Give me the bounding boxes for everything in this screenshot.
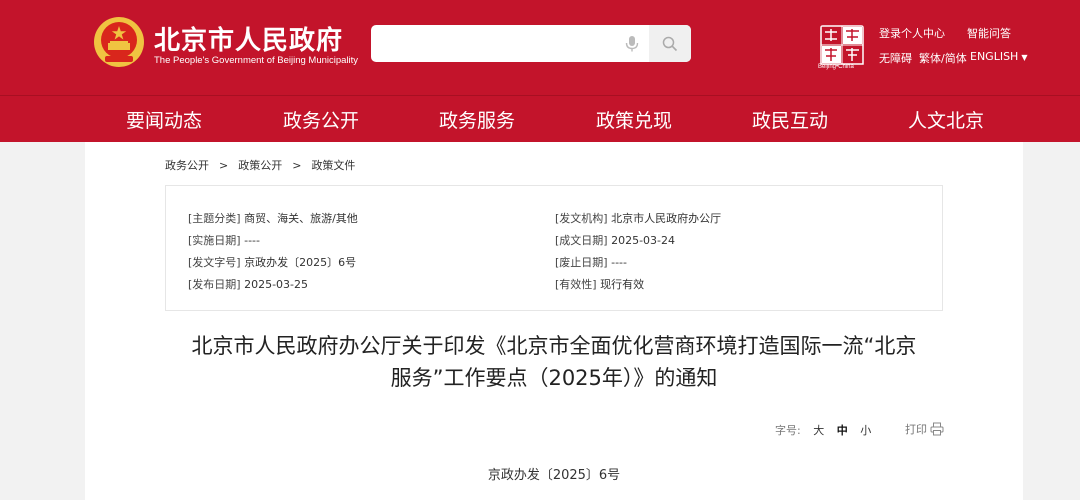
- print-button[interactable]: 打印: [905, 421, 944, 437]
- nav-item-news[interactable]: 要闻动态: [126, 106, 202, 133]
- font-size-label: 字号:: [775, 424, 801, 437]
- header-top: 北京市人民政府 The People's Government of Beiji…: [0, 0, 1080, 95]
- site-subtitle: The People's Government of Beijing Munic…: [154, 55, 359, 66]
- breadcrumb-item-policy-open[interactable]: 政策公开: [238, 159, 282, 172]
- meta-subject-label: [主题分类]: [188, 212, 241, 225]
- meta-docno: [发文字号] 京政办发〔2025〕6号: [188, 254, 356, 270]
- font-size-control: 字号: 大 中 小: [775, 422, 871, 438]
- meta-subject: [主题分类] 商贸、海关、旅游/其他: [188, 210, 358, 226]
- document-title-line-1: 北京市人民政府办公厅关于印发《北京市全面优化营商环境打造国际一流“北京: [191, 334, 917, 358]
- meta-effective-label: [实施日期]: [188, 234, 241, 247]
- breadcrumb-item-policy-docs[interactable]: 政策文件: [311, 159, 355, 172]
- meta-effective-value: ----: [244, 234, 260, 247]
- font-size-medium-button[interactable]: 中: [837, 424, 848, 437]
- document-meta-box: [主题分类] 商贸、海关、旅游/其他 [发文机构] 北京市人民政府办公厅 [实施…: [165, 185, 943, 311]
- meta-expiry: [废止日期] ----: [555, 254, 627, 270]
- meta-issuer: [发文机构] 北京市人民政府办公厅: [555, 210, 721, 226]
- search-input[interactable]: [371, 25, 611, 62]
- meta-created-value: 2025-03-24: [611, 234, 676, 247]
- search-icon: [662, 36, 678, 52]
- meta-created-label: [成文日期]: [555, 234, 608, 247]
- breadcrumb-separator: >: [219, 159, 229, 172]
- meta-validity-value: 现行有效: [600, 278, 645, 291]
- national-emblem-icon[interactable]: [93, 16, 145, 68]
- nav-item-gov-affairs[interactable]: 政务公开: [283, 106, 359, 133]
- print-label: 打印: [905, 423, 927, 436]
- seal-caption: Beijing•China: [818, 64, 854, 70]
- caret-down-icon: ▼: [1021, 53, 1028, 62]
- breadcrumb-separator: >: [292, 159, 302, 172]
- document-number: 京政办发〔2025〕6号: [487, 468, 621, 483]
- site-title[interactable]: 北京市人民政府: [154, 20, 343, 57]
- microphone-icon[interactable]: [623, 35, 641, 53]
- meta-created: [成文日期] 2025-03-24: [555, 232, 675, 248]
- accessibility-link[interactable]: 无障碍: [879, 50, 912, 66]
- meta-published: [发布日期] 2025-03-25: [188, 276, 308, 292]
- trad-simp-toggle[interactable]: 繁体/简体: [919, 50, 967, 66]
- printer-icon: [930, 422, 944, 436]
- meta-subject-value: 商贸、海关、旅游/其他: [244, 212, 358, 225]
- smart-qa-link[interactable]: 智能问答: [967, 25, 1011, 41]
- breadcrumb-item-gov-affairs[interactable]: 政务公开: [165, 159, 209, 172]
- meta-issuer-value: 北京市人民政府办公厅: [611, 212, 722, 225]
- english-label: ENGLISH: [970, 50, 1019, 63]
- meta-expiry-label: [废止日期]: [555, 256, 608, 269]
- search-box: [371, 25, 691, 62]
- nav-item-gov-services[interactable]: 政务服务: [439, 106, 515, 133]
- login-link[interactable]: 登录个人中心: [879, 25, 945, 41]
- nav-item-interaction[interactable]: 政民互动: [752, 106, 828, 133]
- meta-expiry-value: ----: [611, 256, 627, 269]
- document-title-line-2: 服务”工作要点（2025年）》的通知: [390, 366, 718, 390]
- breadcrumb: 政务公开 > 政策公开 > 政策文件: [165, 157, 355, 173]
- site-header: 北京市人民政府 The People's Government of Beiji…: [0, 0, 1080, 142]
- meta-docno-label: [发文字号]: [188, 256, 241, 269]
- meta-issuer-label: [发文机构]: [555, 212, 608, 225]
- english-language-link[interactable]: ENGLISH ▼: [970, 50, 1028, 63]
- main-content: 政务公开 > 政策公开 > 政策文件 [主题分类] 商贸、海关、旅游/其他 [发文机构]…: [85, 142, 1023, 500]
- font-size-small-button[interactable]: 小: [860, 424, 871, 437]
- nav-item-policy[interactable]: 政策兑现: [596, 106, 672, 133]
- meta-docno-value: 京政办发〔2025〕6号: [244, 256, 357, 269]
- document-title: 北京市人民政府办公厅关于印发《北京市全面优化营商环境打造国际一流“北京 服务”工…: [165, 330, 943, 394]
- meta-published-label: [发布日期]: [188, 278, 241, 291]
- search-button[interactable]: [649, 25, 691, 62]
- meta-validity: [有效性] 现行有效: [555, 276, 644, 292]
- main-nav: 要闻动态 政务公开 政务服务 政策兑现 政民互动 人文北京: [0, 96, 1080, 142]
- meta-effective: [实施日期] ----: [188, 232, 260, 248]
- meta-published-value: 2025-03-25: [244, 278, 309, 291]
- font-size-large-button[interactable]: 大: [813, 424, 824, 437]
- nav-item-culture[interactable]: 人文北京: [908, 106, 984, 133]
- meta-validity-label: [有效性]: [555, 278, 597, 291]
